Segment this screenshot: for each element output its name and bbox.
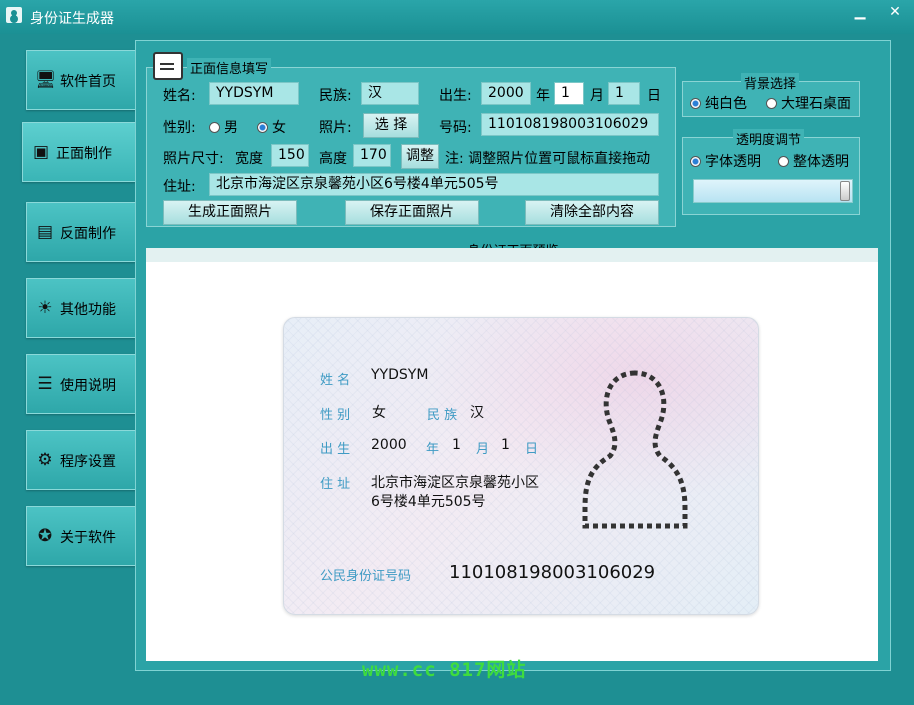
- name-input[interactable]: YYDSYM: [209, 82, 299, 105]
- id-card-icon: ▣: [32, 142, 50, 162]
- bg-marble-radio[interactable]: 大理石桌面: [766, 93, 851, 113]
- card-address-line1: 北京市海淀区京泉馨苑小区: [371, 475, 539, 491]
- preview-area: 姓 名 YYDSYM 性 别 女 民 族 汉 出 生 2000 年 1 月 1 …: [146, 248, 878, 661]
- sidebar-item-label: 使用说明: [60, 378, 116, 394]
- sidebar-item-about[interactable]: ✪ 关于软件: [26, 506, 136, 566]
- gender-male-radio[interactable]: 男: [209, 117, 238, 137]
- opacity-all-radio[interactable]: 整体透明: [778, 151, 849, 171]
- name-label: 姓名:: [163, 88, 196, 104]
- card-gender: 女: [372, 405, 386, 421]
- title-bar: 身份证生成器 ▁ ✕: [0, 0, 914, 34]
- id-card-front: 姓 名 YYDSYM 性 别 女 民 族 汉 出 生 2000 年 1 月 1 …: [283, 317, 759, 615]
- width-input[interactable]: 150: [271, 144, 309, 167]
- card-id-key: 公民身份证号码: [320, 569, 412, 584]
- sidebar-item-label: 反面制作: [60, 226, 116, 242]
- year-unit: 年: [536, 88, 550, 104]
- card-address-key: 住 址: [320, 477, 351, 492]
- sidebar: 🖥 软件首页 ▣ 正面制作 ▤ 反面制作 ☀ 其他功能 ☰ 使用说明 ⚙ 程序设…: [0, 34, 136, 705]
- card-year-unit: 年: [426, 442, 440, 457]
- close-button[interactable]: ✕: [883, 3, 907, 21]
- group-title: 背景选择: [741, 73, 800, 92]
- opacity-group: 透明度调节 字体透明 整体透明: [682, 129, 860, 215]
- day-unit: 日: [647, 88, 661, 104]
- sidebar-item-other[interactable]: ☀ 其他功能: [26, 278, 136, 338]
- number-label: 号码:: [439, 120, 472, 136]
- monitor-icon: 🖥: [35, 70, 57, 90]
- id-card-back-icon: ▤: [36, 222, 54, 242]
- birth-month-input[interactable]: 1: [554, 82, 584, 105]
- sidebar-item-label: 正面制作: [56, 146, 112, 162]
- card-day-unit: 日: [525, 442, 539, 457]
- minimize-button[interactable]: ▁: [848, 3, 872, 21]
- bg-white-radio[interactable]: 纯白色: [690, 93, 747, 113]
- slider-thumb[interactable]: [840, 181, 850, 201]
- gear-icon: ⚙: [37, 450, 53, 470]
- address-label: 住址:: [163, 179, 196, 195]
- front-info-group: 正面信息填写 姓名: YYDSYM 民族: 汉 出生: 2000 年 1 月 1…: [146, 52, 676, 227]
- ethnic-label: 民族:: [319, 88, 352, 104]
- generate-front-button[interactable]: 生成正面照片: [163, 200, 297, 225]
- choose-photo-button[interactable]: 选 择: [363, 113, 419, 138]
- opacity-font-radio[interactable]: 字体透明: [690, 151, 761, 171]
- app-icon: [6, 7, 22, 23]
- width-label: 宽度: [235, 151, 263, 167]
- sidebar-item-back[interactable]: ▤ 反面制作: [26, 202, 136, 262]
- watermark-text: www.cc 817网站: [362, 659, 527, 681]
- card-name: YYDSYM: [371, 367, 429, 383]
- adjust-button[interactable]: 调整: [401, 144, 439, 169]
- star-circle-icon: ✪: [37, 526, 53, 546]
- sidebar-item-home[interactable]: 🖥 软件首页: [26, 50, 136, 110]
- birth-label: 出生:: [439, 88, 472, 104]
- card-birth-year: 2000: [371, 437, 407, 453]
- id-number-input[interactable]: 110108198003106029: [481, 113, 659, 136]
- card-month-unit: 月: [476, 442, 490, 457]
- card-birth-day: 1: [501, 437, 510, 453]
- photo-size-label: 照片尺寸:: [163, 151, 224, 167]
- height-input[interactable]: 170: [353, 144, 391, 167]
- group-title: 正面信息填写: [187, 58, 272, 77]
- birth-day-input[interactable]: 1: [608, 82, 640, 105]
- sun-icon: ☀: [37, 298, 53, 318]
- photo-label: 照片:: [319, 120, 352, 136]
- photo-placeholder-icon: [582, 370, 688, 529]
- sidebar-item-help[interactable]: ☰ 使用说明: [26, 354, 136, 414]
- height-label: 高度: [319, 151, 347, 167]
- gender-female-radio[interactable]: 女: [257, 117, 286, 137]
- card-name-key: 姓 名: [320, 373, 351, 388]
- month-unit: 月: [590, 88, 604, 104]
- card-address-line2: 6号楼4单元505号: [371, 494, 486, 510]
- card-id-number: 110108198003106029: [449, 562, 656, 583]
- background-group: 背景选择 纯白色 大理石桌面: [682, 73, 860, 117]
- ethnic-input[interactable]: 汉: [361, 82, 419, 105]
- card-ethnic: 汉: [470, 405, 484, 421]
- sidebar-item-settings[interactable]: ⚙ 程序设置: [26, 430, 136, 490]
- group-title: 透明度调节: [733, 129, 805, 148]
- clear-all-button[interactable]: 清除全部内容: [525, 200, 659, 225]
- drag-note: 注: 调整照片位置可鼠标直接拖动: [445, 151, 651, 167]
- card-gender-key: 性 别: [320, 408, 351, 423]
- main-panel: 正面信息填写 姓名: YYDSYM 民族: 汉 出生: 2000 年 1 月 1…: [135, 40, 891, 671]
- sidebar-item-label: 软件首页: [60, 74, 116, 90]
- sidebar-item-label: 关于软件: [60, 530, 116, 546]
- opacity-slider[interactable]: [693, 179, 853, 203]
- sidebar-item-label: 其他功能: [60, 302, 116, 318]
- edit-form-icon: [153, 52, 183, 80]
- birth-year-input[interactable]: 2000: [481, 82, 531, 105]
- sidebar-item-front[interactable]: ▣ 正面制作: [22, 122, 136, 182]
- card-ethnic-key: 民 族: [427, 408, 458, 423]
- list-icon: ☰: [37, 374, 53, 394]
- address-input[interactable]: 北京市海淀区京泉馨苑小区6号楼4单元505号: [209, 173, 659, 196]
- card-birth-key: 出 生: [320, 442, 351, 457]
- window-title: 身份证生成器: [30, 11, 114, 27]
- gender-label: 性别:: [163, 120, 196, 136]
- sidebar-item-label: 程序设置: [60, 454, 116, 470]
- card-birth-month: 1: [452, 437, 461, 453]
- save-front-button[interactable]: 保存正面照片: [345, 200, 479, 225]
